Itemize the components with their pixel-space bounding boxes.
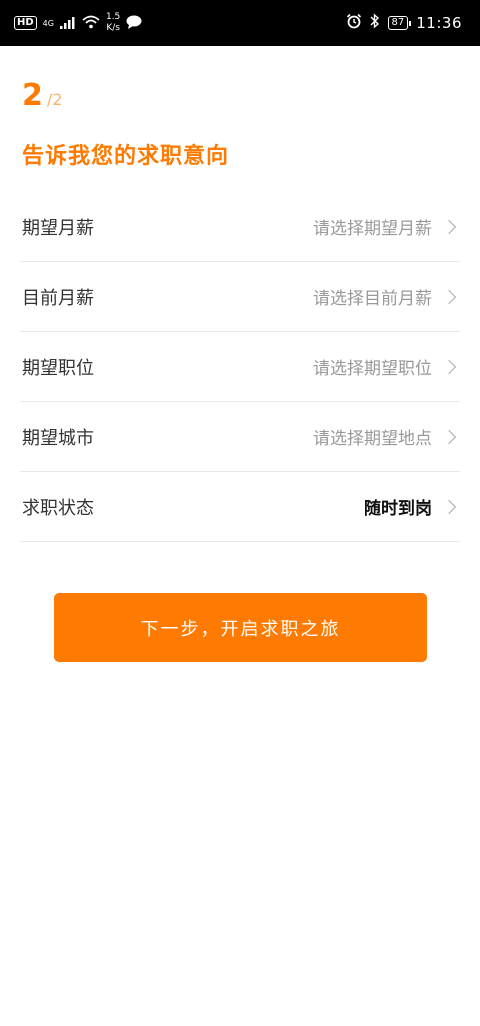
preference-list: 期望月薪 请选择期望月薪 目前月薪 请选择目前月薪 期望职位 请选择期望职位 期…: [20, 192, 460, 542]
message-icon: [126, 14, 142, 33]
row-label: 期望城市: [22, 427, 94, 449]
wifi-icon: [82, 14, 100, 33]
battery-icon: 87: [387, 16, 411, 30]
chevron-right-icon: [441, 429, 457, 444]
step-indicator: 2 /2: [22, 78, 63, 113]
row-expected-position[interactable]: 期望职位 请选择期望职位: [20, 332, 460, 402]
alarm-icon: [346, 13, 362, 33]
row-label: 期望月薪: [22, 217, 94, 239]
row-value: 请选择期望地点: [313, 429, 432, 449]
row-value: 请选择期望职位: [313, 359, 432, 379]
chevron-right-icon: [441, 359, 457, 374]
row-value: 请选择目前月薪: [313, 289, 432, 309]
chevron-right-icon: [441, 499, 457, 514]
row-expected-salary[interactable]: 期望月薪 请选择期望月薪: [20, 192, 460, 262]
page-title: 告诉我您的求职意向: [22, 144, 230, 169]
network-type: 4G: [42, 18, 54, 28]
row-expected-city[interactable]: 期望城市 请选择期望地点: [20, 402, 460, 472]
hd-icon: HD: [14, 16, 37, 30]
signal-icon: [59, 14, 76, 33]
network-speed: 1.5 K/s: [105, 12, 121, 33]
row-label: 期望职位: [22, 357, 94, 379]
chevron-right-icon: [441, 289, 457, 304]
status-bar: HD 4G 1.5 K/s 87 11:36: [0, 0, 480, 46]
row-label: 目前月薪: [22, 287, 94, 309]
row-value: 请选择期望月薪: [313, 219, 432, 239]
row-job-status[interactable]: 求职状态 随时到岗: [20, 472, 460, 542]
next-step-button[interactable]: 下一步，开启求职之旅: [54, 593, 427, 662]
chevron-right-icon: [441, 219, 457, 234]
clock: 11:36: [416, 14, 462, 32]
step-current: 2: [22, 78, 43, 113]
bluetooth-icon: [370, 13, 380, 33]
row-current-salary[interactable]: 目前月薪 请选择目前月薪: [20, 262, 460, 332]
row-label: 求职状态: [22, 497, 94, 519]
row-value: 随时到岗: [364, 499, 432, 519]
step-total: /2: [46, 90, 63, 109]
